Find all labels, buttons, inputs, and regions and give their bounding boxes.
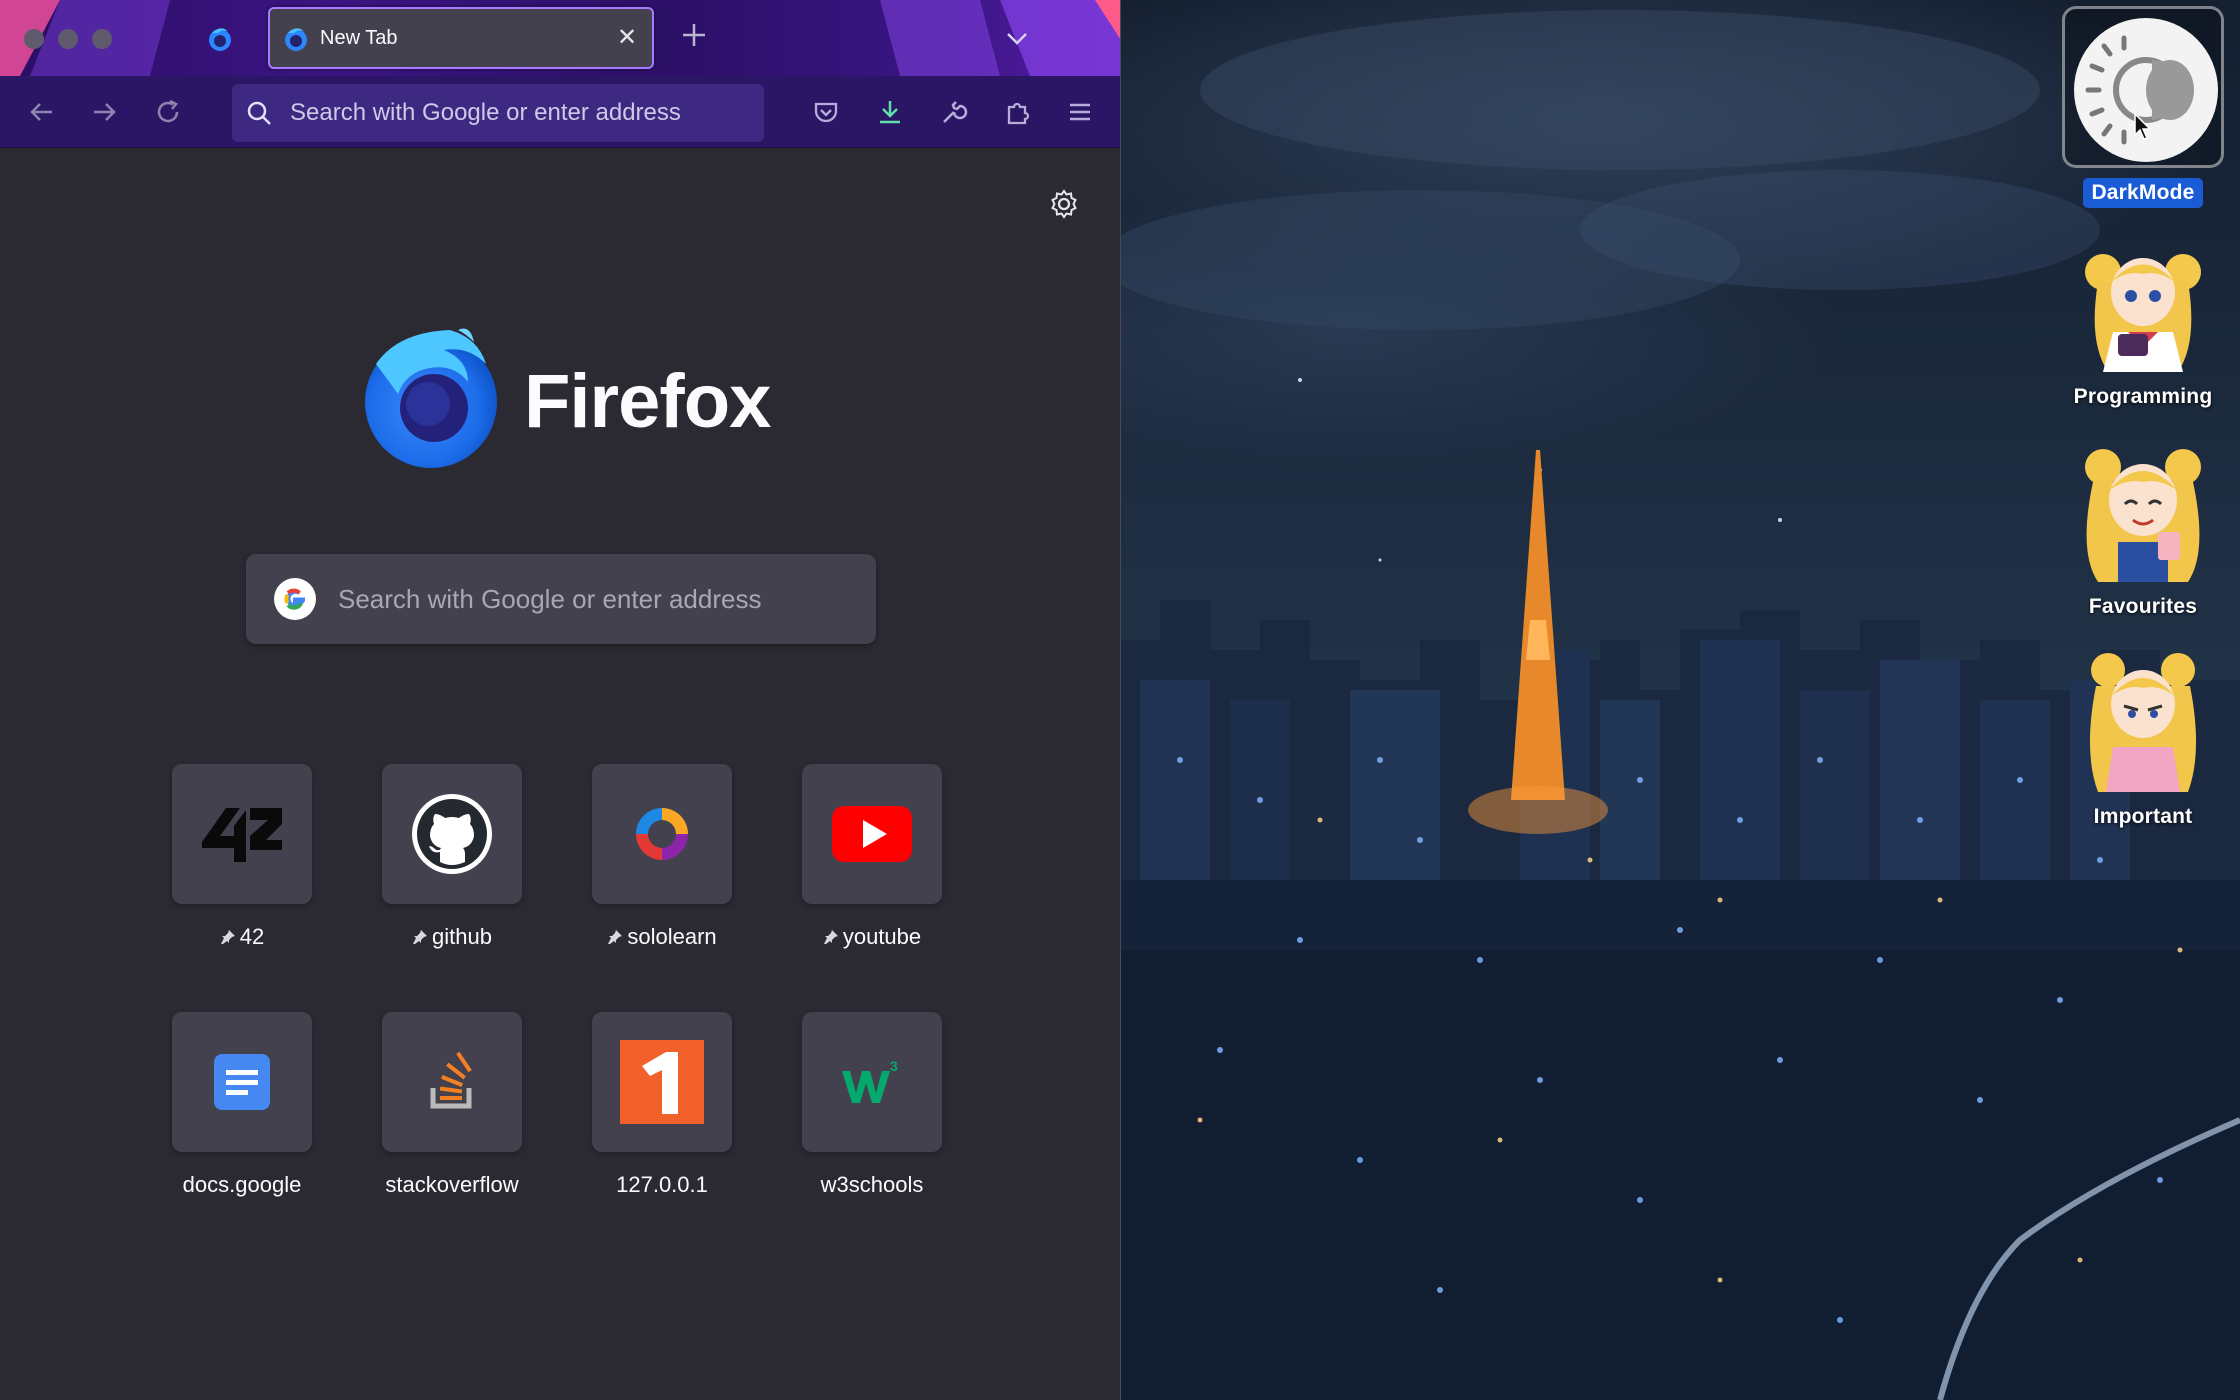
top-site-tile[interactable] [382, 1012, 522, 1152]
top-site-docs-google[interactable]: docs.google [142, 1012, 342, 1198]
top-site-42[interactable]: 42 [142, 764, 342, 950]
desktop-icon-label: DarkMode [2083, 178, 2203, 208]
download-icon [880, 101, 900, 124]
top-site-localhost[interactable]: 127.0.0.1 [562, 1012, 762, 1198]
puzzle-icon [1007, 102, 1030, 125]
tab-new-tab[interactable]: New Tab ✕ [268, 7, 654, 69]
top-site-label: stackoverflow [385, 1172, 519, 1197]
hero-search-box[interactable] [246, 554, 876, 644]
anime-character-icon [2068, 642, 2218, 792]
desktop-icon-label: Important [2093, 805, 2193, 828]
search-icon [247, 101, 271, 125]
top-site-youtube[interactable]: youtube [772, 764, 972, 950]
google-docs-icon [214, 1054, 270, 1110]
top-site-label: docs.google [182, 1172, 302, 1197]
top-site-label: github [432, 924, 492, 949]
stackoverflow-icon [430, 1052, 472, 1109]
firefox-icon [209, 28, 231, 51]
sololearn-icon [636, 808, 688, 860]
desktop-icon-important[interactable]: Important [2058, 642, 2228, 832]
top-site-label: w3schools [820, 1172, 924, 1197]
top-site-sololearn[interactable]: sololearn [562, 764, 762, 950]
top-site-label: youtube [842, 924, 922, 949]
tab-close-icon[interactable]: ✕ [614, 25, 640, 51]
downloads-button[interactable] [870, 92, 910, 132]
top-site-stackoverflow[interactable]: stackoverflow [352, 1012, 552, 1198]
top-site-tile[interactable] [172, 764, 312, 904]
pin-icon [823, 930, 838, 944]
wrench-icon [943, 101, 968, 123]
navigation-toolbar [0, 76, 1120, 148]
hamburger-menu-icon [1070, 103, 1090, 121]
desktop-icon-programming[interactable]: Programming [2058, 222, 2228, 412]
address-input[interactable] [290, 93, 750, 133]
plus-icon [683, 24, 705, 46]
w3schools-icon: 3 [842, 1058, 898, 1103]
personalize-button[interactable] [1048, 188, 1084, 224]
hero-search-input[interactable] [338, 578, 848, 620]
reload-icon [157, 99, 179, 123]
firefox-logo-icon [365, 328, 497, 468]
pin-icon [220, 930, 235, 944]
reload-button[interactable] [148, 92, 188, 132]
pin-icon [608, 930, 623, 944]
extensions-button[interactable] [998, 92, 1038, 132]
address-bar[interactable] [232, 84, 764, 142]
gear-icon [1051, 189, 1077, 219]
pocket-icon [814, 102, 838, 123]
arrow-left-icon [30, 103, 52, 121]
dark-mode-toggle-icon [2062, 6, 2224, 168]
google-icon [274, 578, 316, 620]
number-one-icon [620, 1040, 704, 1124]
desktop-icon-favourites[interactable]: Favourites [2058, 432, 2228, 622]
top-site-tile[interactable] [172, 1012, 312, 1152]
mouse-cursor-icon [2134, 113, 2152, 140]
arrow-right-icon [94, 103, 116, 121]
top-site-tile[interactable] [382, 764, 522, 904]
top-site-label: 42 [239, 924, 265, 949]
back-button[interactable] [22, 92, 62, 132]
svg-text:3: 3 [890, 1058, 898, 1074]
youtube-icon [832, 806, 912, 862]
top-site-label: 127.0.0.1 [616, 1172, 708, 1197]
anime-character-icon [2068, 432, 2218, 582]
top-site-w3schools[interactable]: 3 w3schools [772, 1012, 972, 1198]
top-site-github[interactable]: github [352, 764, 552, 950]
list-all-tabs-button[interactable] [998, 24, 1036, 52]
desktop-icon-label: Programming [2073, 385, 2213, 408]
new-tab-page: Firefox 42 [0, 148, 1120, 1400]
window-zoom-button[interactable] [92, 29, 112, 49]
forward-button[interactable] [84, 92, 124, 132]
tab-title: New Tab [320, 27, 398, 49]
firefox-window: New Tab ✕ Search with Google or enter ad… [0, 0, 1121, 1400]
firefox-wordmark: Firefox [524, 359, 771, 444]
window-close-button[interactable] [24, 29, 44, 49]
top-site-tile[interactable] [592, 764, 732, 904]
firefox-icon [285, 28, 307, 51]
window-minimize-button[interactable] [58, 29, 78, 49]
developer-tools-button[interactable] [934, 92, 974, 132]
chevron-down-icon [1007, 33, 1027, 45]
pinned-tab-firefox[interactable] [200, 22, 240, 56]
desktop-icon-label: Favourites [2088, 595, 2198, 618]
firefox-logo: Firefox [358, 324, 778, 474]
top-site-label: sololearn [627, 924, 717, 949]
pin-icon [413, 930, 428, 944]
new-tab-button[interactable] [676, 20, 712, 56]
tab-strip: New Tab ✕ [0, 0, 1120, 76]
pocket-button[interactable] [806, 92, 846, 132]
app-menu-button[interactable] [1060, 92, 1100, 132]
top-site-tile[interactable] [592, 1012, 732, 1152]
github-icon [412, 794, 492, 874]
top-site-tile[interactable]: 3 [802, 1012, 942, 1152]
42-logo-icon [202, 808, 282, 862]
anime-character-icon [2068, 222, 2218, 372]
top-site-tile[interactable] [802, 764, 942, 904]
desktop-icon-darkmode[interactable]: DarkMode [2058, 6, 2228, 208]
